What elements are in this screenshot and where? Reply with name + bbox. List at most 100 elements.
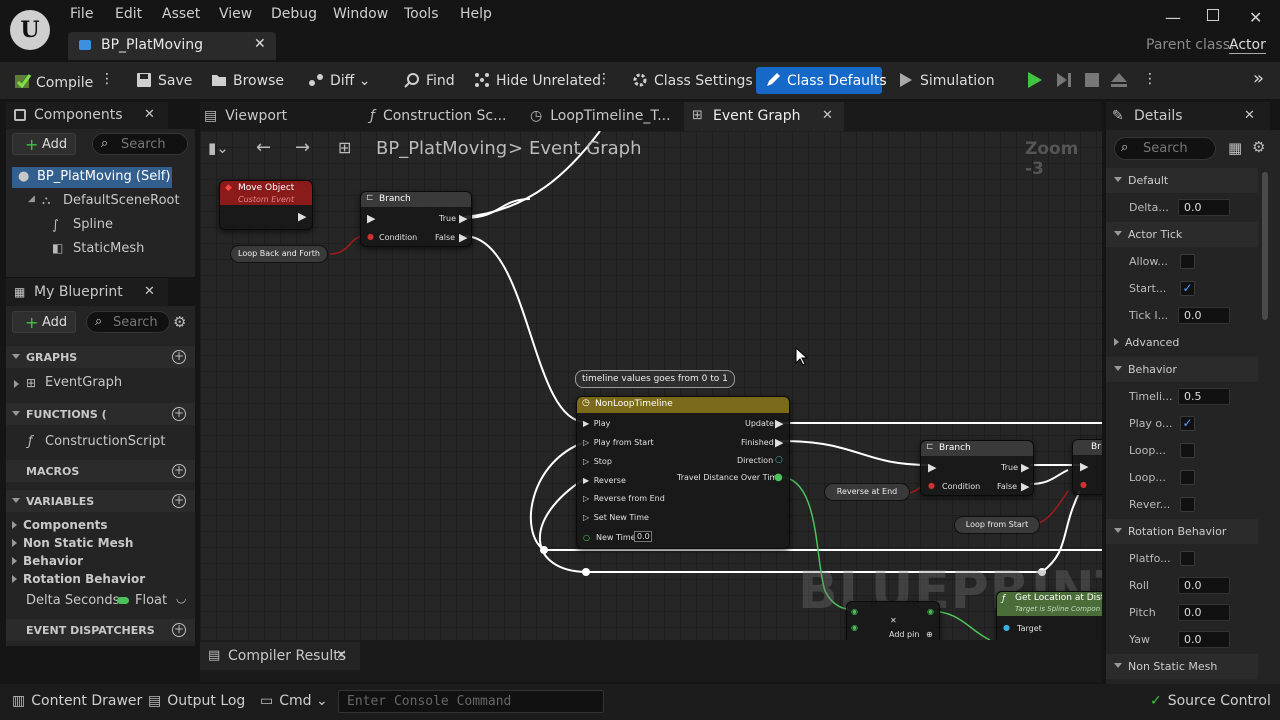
event-graph-canvas[interactable]: Move Object Custom Event ◆ ▶ Loop Back an… — [200, 131, 1102, 640]
branch-node-3[interactable]: Br ▶ ● — [1072, 439, 1102, 495]
delta-value-field[interactable]: 0.0 — [1178, 199, 1230, 216]
pitch-value-field[interactable]: 0.0 — [1178, 604, 1230, 621]
timeline-value-field[interactable]: 0.5 — [1178, 388, 1230, 405]
menu-help[interactable]: Help — [460, 6, 492, 22]
components-add-button[interactable]: + Add — [12, 133, 76, 155]
reverse-checkbox[interactable] — [1180, 497, 1195, 512]
simulation-button[interactable]: Simulation — [898, 72, 995, 89]
play-on-checkbox[interactable]: ✓ — [1180, 416, 1195, 431]
details-section-behavior[interactable]: Behavior — [1106, 357, 1258, 382]
menu-window[interactable]: Window — [333, 6, 388, 22]
settings-gear-icon[interactable]: ⚙ — [173, 313, 186, 331]
bookmark-icon[interactable]: ▮⌄ — [208, 139, 229, 157]
timeline-stop-pin[interactable]: ▷ Stop — [583, 457, 612, 466]
timeline-play-from-start-pin[interactable]: ▷ Play from Start — [583, 438, 654, 447]
components-close-icon[interactable]: ✕ — [144, 107, 155, 122]
var-group-non-static-mesh[interactable]: Non Static Mesh — [12, 536, 133, 550]
loop-2-checkbox[interactable] — [1180, 470, 1195, 485]
expand-toolbar-icon[interactable]: » — [1253, 68, 1264, 89]
branch-1-exec-in-pin[interactable]: ▶ — [367, 212, 375, 225]
cmd-dropdown[interactable]: ▭ Cmd ⌄ — [260, 693, 328, 709]
minimize-icon[interactable]: — — [1165, 8, 1181, 27]
output-log-button[interactable]: ▤ Output Log — [148, 693, 245, 709]
branch-node-1[interactable]: Branch ⊏ ▶ True ▶ ● Condition False ▶ — [360, 191, 472, 247]
yaw-value-field[interactable]: 0.0 — [1178, 631, 1230, 648]
exec-out-pin[interactable]: ▶ — [298, 210, 306, 223]
breadcrumb-current[interactable]: Event Graph — [529, 138, 642, 159]
branch-1-condition-pin[interactable]: Condition — [379, 233, 417, 242]
tree-item-spline[interactable]: Spline — [73, 217, 113, 232]
browse-button[interactable]: Browse — [211, 72, 284, 89]
my-blueprint-close-icon[interactable]: ✕ — [144, 284, 155, 299]
breadcrumb-root[interactable]: BP_PlatMoving — [376, 138, 507, 159]
timeline-play-pin[interactable]: ▶ Play — [583, 419, 610, 428]
event-dispatchers-section[interactable]: EVENT DISPATCHERS + — [6, 619, 195, 641]
timeline-set-new-time-pin[interactable]: ▷ Set New Time — [583, 513, 649, 522]
functions-section[interactable]: FUNCTIONS (+ — [6, 403, 195, 425]
play-icon[interactable] — [1026, 71, 1044, 93]
expand-arrow-icon[interactable]: ◢ — [28, 194, 35, 204]
remove-pin-icon[interactable]: ✕ — [890, 616, 897, 625]
unreal-logo-icon[interactable]: U — [10, 10, 50, 50]
details-close-icon[interactable]: ✕ — [1244, 108, 1255, 123]
source-control-button[interactable]: ✓ Source Control — [1150, 693, 1271, 709]
eject-icon[interactable] — [1110, 72, 1128, 92]
my-blueprint-add-button[interactable]: + Add — [12, 311, 76, 333]
my-blueprint-search-input[interactable]: ⌕ Search — [86, 311, 170, 333]
variables-section[interactable]: VARIABLES + — [6, 490, 195, 512]
diff-button[interactable]: Diff ⌄ — [308, 72, 371, 89]
play-options-icon[interactable]: ⋮ — [1143, 71, 1157, 87]
construction-script-item[interactable]: ConstructionScript — [45, 434, 165, 449]
roll-value-field[interactable]: 0.0 — [1178, 577, 1230, 594]
menu-view[interactable]: View — [219, 6, 252, 22]
menu-tools[interactable]: Tools — [404, 6, 439, 22]
tab-viewport[interactable]: ▤ Viewport — [204, 108, 287, 124]
add-pin-button[interactable]: Add pin — [889, 630, 919, 639]
details-section-default[interactable]: Default — [1106, 168, 1258, 193]
maximize-icon[interactable] — [1207, 9, 1219, 21]
get-location-target-pin[interactable]: Target — [1017, 624, 1042, 633]
move-object-event-node[interactable]: Move Object Custom Event ◆ ▶ — [219, 180, 313, 230]
timeline-direction-pin[interactable]: Direction — [737, 456, 773, 465]
class-defaults-content[interactable]: Class Defaults — [765, 72, 887, 89]
menu-asset[interactable]: Asset — [162, 6, 200, 22]
var-group-rotation-behavior[interactable]: Rotation Behavior — [12, 572, 145, 586]
forward-arrow-icon[interactable]: → — [295, 137, 310, 158]
event-graph-item[interactable]: EventGraph — [45, 375, 122, 390]
details-search-input[interactable]: ⌕ Search — [1114, 137, 1216, 160]
tab-close-icon[interactable]: ✕ — [822, 108, 833, 123]
stop-icon[interactable] — [1084, 72, 1100, 92]
branch-2-condition-pin[interactable]: Condition — [942, 482, 980, 491]
compiler-results-close-icon[interactable]: ✕ — [336, 648, 347, 663]
back-arrow-icon[interactable]: ← — [256, 137, 271, 158]
class-settings-button[interactable]: Class Settings — [632, 72, 753, 89]
details-section-actor-tick[interactable]: Actor Tick — [1106, 222, 1258, 247]
branch-2-true-pin[interactable]: True — [1001, 463, 1018, 472]
add-pin-icon[interactable]: ⊕ — [926, 630, 933, 639]
details-section-non-static-mesh[interactable]: Non Static Mesh — [1106, 654, 1258, 679]
save-button[interactable]: Save — [136, 72, 192, 89]
menu-edit[interactable]: Edit — [115, 6, 142, 22]
comment-bubble[interactable]: timeline values goes from 0 to 1 — [575, 370, 735, 388]
details-section-advanced[interactable]: Advanced — [1106, 330, 1258, 355]
visibility-eye-icon[interactable]: ◡ — [176, 591, 186, 605]
branch-3-exec-in-pin[interactable]: ▶ — [1080, 460, 1088, 473]
timeline-new-time-pin[interactable]: New Time — [596, 533, 636, 542]
timeline-travel-distance-pin[interactable]: Travel Distance Over Time — [677, 473, 782, 482]
macros-section[interactable]: MACROS + — [6, 460, 195, 482]
variable-delta-seconds[interactable]: Delta Seconds — [26, 593, 119, 608]
branch-2-false-pin[interactable]: False — [997, 482, 1017, 491]
step-icon[interactable] — [1055, 71, 1073, 93]
allow-checkbox[interactable] — [1180, 254, 1195, 269]
tree-item-default-scene-root[interactable]: DefaultSceneRoot — [63, 193, 180, 208]
hide-unrelated-button[interactable]: Hide Unrelated — [474, 72, 601, 89]
add-macro-icon[interactable]: + — [172, 464, 186, 478]
menu-file[interactable]: File — [70, 6, 93, 22]
make-array-node[interactable]: ◉ ◉ ◉ ✕ Add pin ⊕ — [846, 601, 940, 640]
tab-construction-script[interactable]: ƒ Construction Sc... — [370, 108, 506, 124]
compiler-results-tab[interactable]: ▤ Compiler Results ✕ — [200, 642, 360, 670]
more-options-icon[interactable]: ⋮ — [597, 71, 611, 87]
content-drawer-button[interactable]: ▥ Content Drawer — [12, 693, 142, 709]
get-location-node[interactable]: Get Location at Dista Target is Spline Co… — [996, 591, 1102, 640]
tab-loop-timeline[interactable]: ◷ LoopTimeline_T... — [530, 108, 671, 124]
